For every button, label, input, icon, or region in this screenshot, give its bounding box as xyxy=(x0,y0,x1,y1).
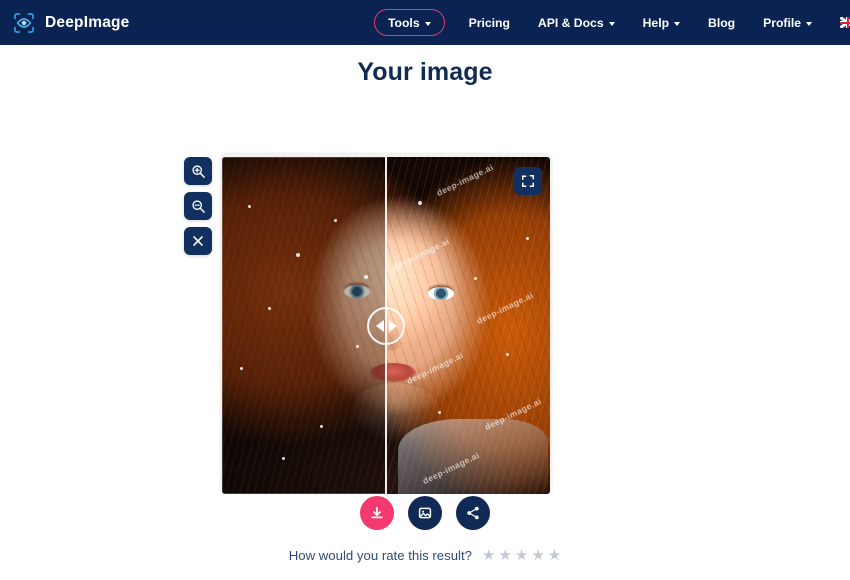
expand-icon xyxy=(522,175,534,187)
after-image-pane: deep-image.ai deep-image.ai deep-image.a… xyxy=(386,157,550,494)
nav-label: Pricing xyxy=(468,15,510,30)
rating-question: How would you rate this result? xyxy=(288,548,472,563)
left-arrow-icon xyxy=(375,319,384,332)
download-icon xyxy=(371,506,383,519)
viewer-tool-rail xyxy=(184,157,212,255)
magnifier-minus-icon xyxy=(191,199,205,213)
close-button[interactable] xyxy=(184,227,212,255)
nav-item-profile[interactable]: Profile xyxy=(749,0,826,45)
page-body: Your image deep-image.ai deep-image.ai d… xyxy=(0,45,850,580)
nav-item-api-docs[interactable]: API & Docs xyxy=(524,0,629,45)
star-3[interactable]: ★ xyxy=(515,548,528,563)
star-2[interactable]: ★ xyxy=(498,548,511,563)
rating-row: How would you rate this result? ★ ★ ★ ★ … xyxy=(0,548,850,563)
zoom-in-button[interactable] xyxy=(184,157,212,185)
chevron-down-icon xyxy=(674,21,681,26)
main-nav: Tools Pricing API & Docs Help Blog Profi… xyxy=(374,0,850,45)
chevron-down-icon xyxy=(608,21,615,26)
nav-label: Blog xyxy=(708,15,736,30)
nav-item-tools[interactable]: Tools xyxy=(374,9,445,36)
star-rating[interactable]: ★ ★ ★ ★ ★ xyxy=(482,548,561,563)
nav-item-currency[interactable]: USD xyxy=(826,0,850,45)
nav-label: Help xyxy=(642,15,670,30)
brand-logo[interactable]: DeepImage xyxy=(12,11,130,35)
chevron-down-icon xyxy=(424,21,431,26)
close-icon xyxy=(193,236,203,246)
star-1[interactable]: ★ xyxy=(482,548,495,563)
snow-flecks xyxy=(386,157,550,494)
image-comparison-stage: deep-image.ai deep-image.ai deep-image.a… xyxy=(220,153,552,494)
right-arrow-icon xyxy=(388,319,397,332)
share-button[interactable] xyxy=(456,496,490,530)
result-action-buttons xyxy=(0,496,850,530)
download-button[interactable] xyxy=(360,496,394,530)
nav-label: API & Docs xyxy=(537,15,604,30)
nav-item-help[interactable]: Help xyxy=(629,0,694,45)
nav-label: Profile xyxy=(763,15,802,30)
snow-flecks xyxy=(222,157,386,494)
comparison-slider-handle[interactable] xyxy=(367,306,405,345)
share-icon xyxy=(467,506,479,520)
nav-item-pricing[interactable]: Pricing xyxy=(455,0,524,45)
before-image-pane xyxy=(222,157,386,494)
flag-icon xyxy=(840,17,850,28)
star-5[interactable]: ★ xyxy=(548,548,561,563)
magnifier-plus-icon xyxy=(191,164,205,178)
nav-item-blog[interactable]: Blog xyxy=(694,0,749,45)
nav-label: Tools xyxy=(388,15,420,30)
page-title: Your image xyxy=(357,58,493,86)
before-after-viewer[interactable]: deep-image.ai deep-image.ai deep-image.a… xyxy=(222,157,550,494)
chevron-down-icon xyxy=(806,21,813,26)
star-4[interactable]: ★ xyxy=(531,548,544,563)
image-icon xyxy=(418,507,432,519)
zoom-out-button[interactable] xyxy=(184,192,212,220)
eye-scan-icon xyxy=(12,11,36,35)
brand-name: DeepImage xyxy=(45,13,130,31)
fullscreen-button[interactable] xyxy=(514,167,542,195)
top-navigation-bar: DeepImage Tools Pricing API & Docs Help … xyxy=(0,0,850,45)
save-to-gallery-button[interactable] xyxy=(408,496,442,530)
